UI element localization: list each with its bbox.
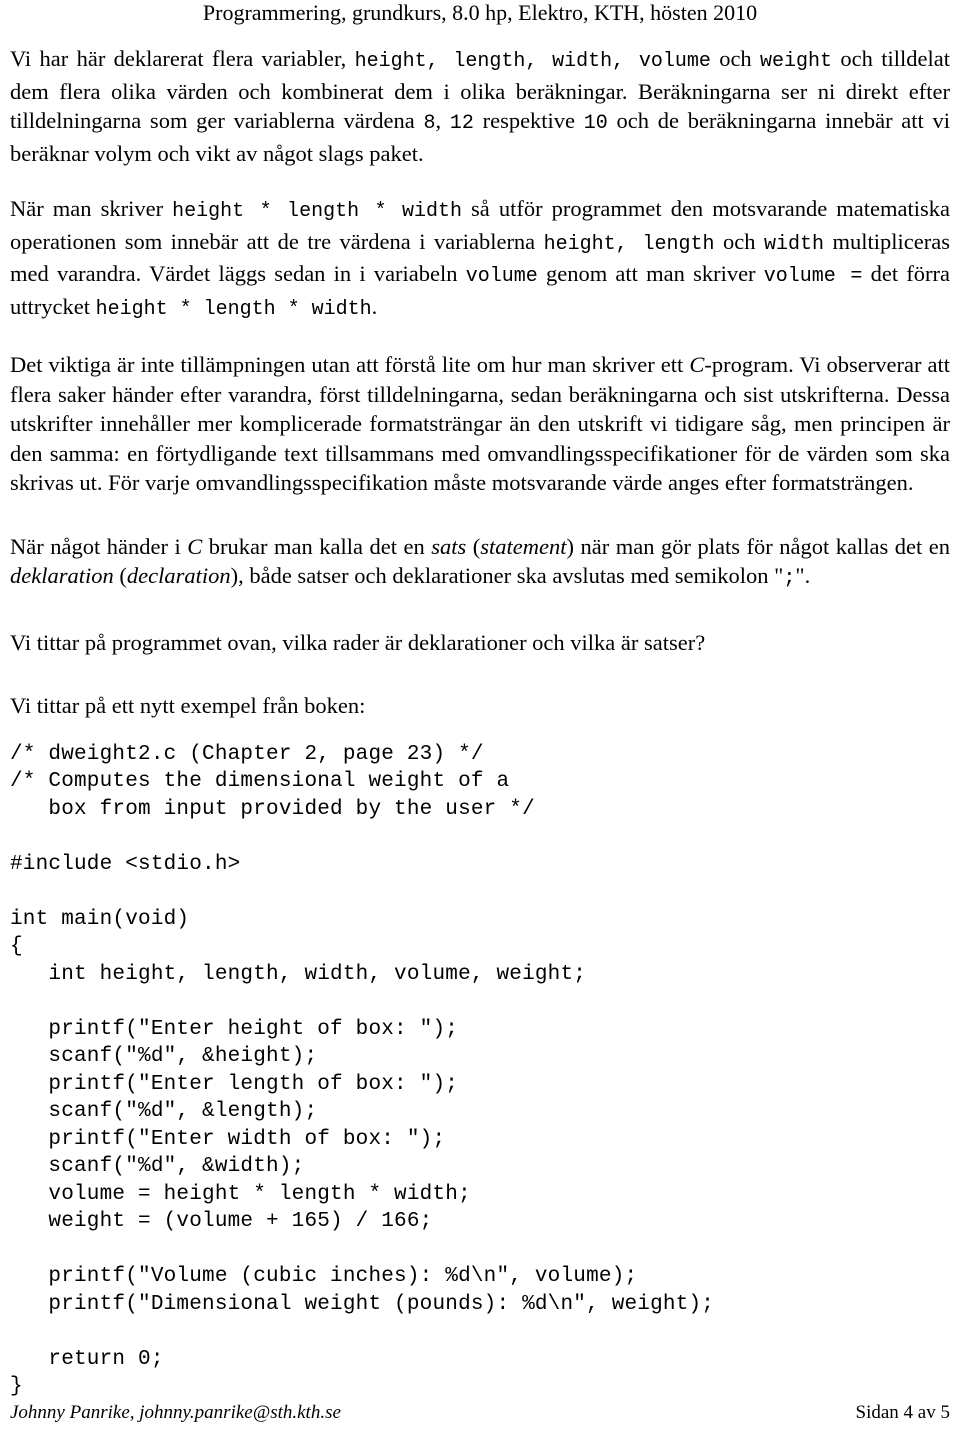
p4-emphasis-statement: statement bbox=[480, 533, 567, 559]
p2-code-3: width bbox=[764, 232, 825, 256]
paragraph-2: När man skriver height * length * width … bbox=[10, 194, 950, 324]
document-page: Programmering, grundkurs, 8.0 hp, Elektr… bbox=[0, 0, 960, 1440]
paragraph-5: Vi tittar på programmet ovan, vilka rade… bbox=[10, 629, 706, 655]
paragraph-6: Vi tittar på ett nytt exempel från boken… bbox=[10, 693, 366, 718]
p4-emphasis-c: C bbox=[187, 533, 203, 559]
p4-text-4: ) när man gör plats för något kallas det… bbox=[566, 533, 950, 559]
paragraph-spacer-5 bbox=[10, 657, 950, 691]
p1-code-3: 8 bbox=[423, 112, 436, 135]
p4-emphasis-deklaration: deklaration bbox=[10, 563, 114, 588]
p4-text-6: ), både satser och deklarationer ska avs… bbox=[230, 563, 784, 588]
p2-code-5: volume = bbox=[763, 265, 863, 288]
paragraph-3: Det viktiga är inte tillämpningen utan a… bbox=[10, 350, 950, 498]
p4-text-5: ( bbox=[113, 563, 127, 588]
p1-text-5: respektive bbox=[473, 108, 584, 133]
p2-code-2: height, length bbox=[543, 232, 715, 256]
footer-page-number: Sidan 4 av 5 bbox=[855, 1402, 950, 1423]
p2-text-5: genom att man skriver bbox=[537, 261, 764, 286]
p4-emphasis-sats: sats bbox=[431, 533, 467, 559]
paragraph-spacer-2 bbox=[10, 324, 950, 350]
footer-author: Johnny Panrike, johnny.panrike@sth.kth.s… bbox=[10, 1402, 341, 1423]
p1-code-1: height, length, width, volume bbox=[354, 50, 711, 73]
p4-text-2: brukar man kalla det en bbox=[202, 533, 432, 559]
page-header-title: Programmering, grundkurs, 8.0 hp, Elektr… bbox=[202, 0, 758, 25]
paragraph-spacer-1 bbox=[10, 168, 950, 194]
page-footer: Johnny Panrike, johnny.panrike@sth.kth.s… bbox=[10, 1402, 950, 1424]
p2-text-1: När man skriver bbox=[10, 196, 173, 221]
p1-text-2: och bbox=[710, 46, 761, 71]
p3-text-1: Det viktiga är inte tillämpningen utan a… bbox=[10, 352, 690, 377]
c-code-listing: /* dweight2.c (Chapter 2, page 23) */ /*… bbox=[10, 742, 715, 1399]
p2-code-4: volume bbox=[465, 265, 538, 288]
code-spacer bbox=[10, 721, 950, 741]
p2-code-6: height * length * width bbox=[95, 297, 372, 321]
paragraph-spacer-3 bbox=[10, 498, 950, 532]
p4-text-3: ( bbox=[466, 533, 481, 559]
p4-code-semicolon: ; bbox=[783, 567, 796, 590]
p3-emphasis-c: C bbox=[689, 352, 705, 377]
paragraph-4: När något händer i C brukar man kalla de… bbox=[10, 532, 950, 594]
p1-code-4: 12 bbox=[449, 112, 474, 135]
p2-code-1: height * length * width bbox=[172, 200, 462, 223]
p4-text-7: ". bbox=[795, 563, 811, 588]
p2-text-7: . bbox=[371, 293, 378, 319]
p1-code-5: 10 bbox=[583, 112, 608, 135]
p1-text-1: Vi har här deklarerat flera variabler, bbox=[10, 46, 355, 71]
p1-text-4: , bbox=[435, 108, 450, 133]
p4-emphasis-declaration: declaration bbox=[126, 563, 231, 588]
paragraph-1: Vi har här deklarerat flera variabler, h… bbox=[10, 44, 950, 168]
p2-text-3: och bbox=[714, 228, 765, 254]
paragraph-spacer-4 bbox=[10, 594, 950, 628]
p4-text-1: När något händer i bbox=[10, 533, 188, 559]
p1-code-2: weight bbox=[760, 50, 833, 73]
